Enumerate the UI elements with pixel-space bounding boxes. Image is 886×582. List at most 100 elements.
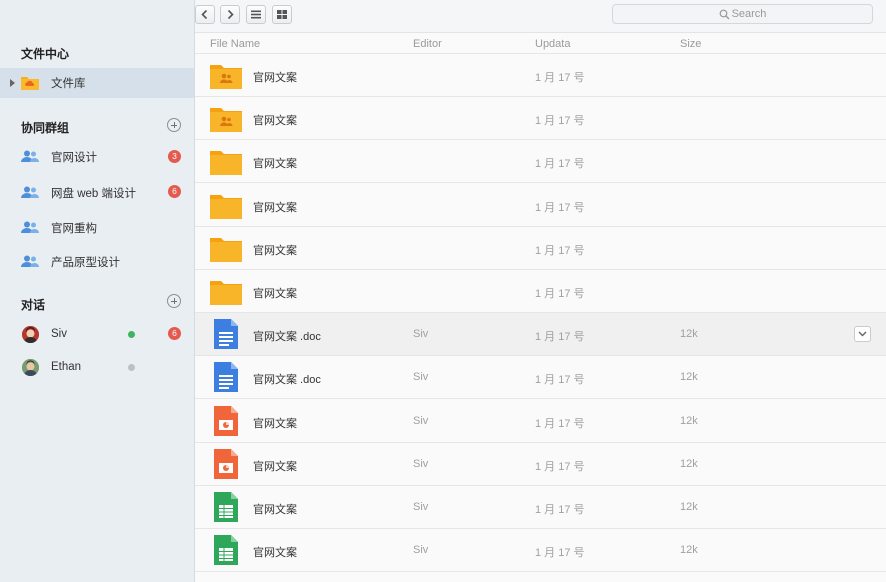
sidebar: 文件中心 文件库 协同群组 官网设计 3 网盘 web 端设计 6 官网重构 产…	[0, 0, 195, 582]
table-row[interactable]: 官网文案 1 月 17 号	[195, 54, 886, 97]
file-name[interactable]: 官网文案	[253, 285, 297, 301]
file-editor: Siv	[413, 457, 429, 470]
sheet-file-icon	[214, 492, 238, 527]
folder-icon	[210, 236, 242, 267]
table-row[interactable]: 官网文案 .doc Siv 1 月 17 号 12k	[195, 313, 886, 357]
file-name[interactable]: 官网文案	[253, 544, 297, 560]
search-icon	[719, 9, 730, 19]
column-header-size[interactable]: Size	[680, 38, 701, 50]
table-row[interactable]: 官网文案 Siv 1 月 17 号 12k	[195, 529, 886, 573]
column-header-editor[interactable]: Editor	[413, 38, 442, 50]
file-date: 1 月 17 号	[535, 72, 585, 84]
cloud-folder-icon	[21, 75, 39, 95]
file-date: 1 月 17 号	[535, 201, 585, 214]
file-name[interactable]: 官网文案 .doc	[253, 371, 321, 387]
column-header-date[interactable]: Updata	[535, 38, 570, 50]
group-icon	[21, 221, 39, 239]
file-name[interactable]: 官网文案	[253, 242, 297, 258]
doc-file-icon	[214, 362, 238, 397]
row-menu-button[interactable]	[854, 326, 871, 343]
file-editor: Siv	[413, 328, 429, 341]
ppt-file-icon	[214, 448, 238, 484]
list-icon	[251, 10, 261, 19]
file-name[interactable]: 官网文案 .doc	[253, 328, 321, 344]
sidebar-item-group[interactable]: 官网设计 3	[0, 142, 194, 172]
file-name[interactable]: 官网文案	[253, 112, 297, 128]
expand-caret-icon[interactable]	[10, 79, 15, 87]
file-date: 1 月 17 号	[535, 374, 585, 387]
file-name[interactable]: 官网文案	[253, 199, 297, 215]
chevron-down-icon	[858, 331, 867, 337]
sidebar-item-label: 官网设计	[51, 152, 97, 164]
table-row[interactable]: 官网文案 1 月 17 号	[195, 184, 886, 227]
chevron-left-icon	[201, 9, 208, 20]
file-editor: Siv	[413, 414, 429, 427]
avatar	[22, 359, 39, 376]
offline-status-dot	[128, 364, 135, 371]
file-date: 1 月 17 号	[535, 115, 585, 128]
file-name[interactable]: 官网文案	[253, 155, 297, 171]
table-row[interactable]: 官网文案 Siv 1 月 17 号 12k	[195, 443, 886, 486]
grid-icon	[277, 10, 287, 19]
file-name[interactable]: 官网文案	[253, 415, 297, 431]
files-section-title: 文件中心	[21, 47, 70, 61]
table-row[interactable]: 官网文案 1 月 17 号	[195, 97, 886, 141]
unread-badge: 3	[168, 150, 181, 163]
groups-section-title: 协同群组	[21, 121, 70, 135]
table-row[interactable]: 官网文案 1 月 17 号	[195, 140, 886, 184]
sidebar-item-group[interactable]: 官网重构	[0, 213, 194, 243]
file-date: 1 月 17 号	[535, 244, 585, 257]
folder-icon	[210, 279, 242, 310]
sidebar-item-label: 产品原型设计	[51, 257, 120, 269]
file-editor: Siv	[413, 371, 429, 384]
sidebar-item-label: 文件库	[51, 78, 86, 90]
sheet-file-icon	[214, 535, 238, 570]
sidebar-item-group[interactable]: 产品原型设计	[0, 247, 194, 277]
file-size: 12k	[680, 501, 698, 513]
sidebar-item-group[interactable]: 网盘 web 端设计 6	[0, 178, 194, 208]
add-group-icon[interactable]	[167, 118, 181, 132]
shared-folder-icon	[210, 63, 242, 94]
sidebar-top	[0, 0, 194, 33]
unread-badge: 6	[168, 185, 181, 198]
file-list: File Name Editor Updata Size 官网文案 1 月 17 …	[195, 33, 886, 582]
file-name[interactable]: 官网文案	[253, 501, 297, 517]
grid-view-button[interactable]	[272, 5, 292, 24]
file-date: 1 月 17 号	[535, 288, 585, 300]
table-row[interactable]: 官网文案 Siv 1 月 17 号 12k	[195, 400, 886, 443]
file-size: 12k	[680, 328, 698, 341]
group-icon	[21, 186, 39, 204]
sidebar-item-label: 网盘 web 端设计	[51, 188, 136, 200]
file-date: 1 月 17 号	[535, 158, 585, 171]
table-row[interactable]: 官网文案 Siv 1 月 17 号 12k	[195, 486, 886, 529]
table-row[interactable]: 官网文案 1 月 17 号	[195, 227, 886, 270]
search-input[interactable]: Search	[612, 4, 873, 24]
back-button[interactable]	[195, 5, 215, 24]
file-date: 1 月 17 号	[535, 460, 585, 473]
file-editor: Siv	[413, 544, 429, 557]
avatar	[22, 326, 39, 343]
add-chat-icon[interactable]	[167, 294, 181, 308]
file-date: 1 月 17 号	[535, 504, 585, 516]
group-icon	[21, 150, 39, 168]
file-name[interactable]: 官网文案	[253, 69, 297, 85]
chats-section-title: 对话	[21, 298, 46, 312]
sidebar-item-label: 官网重构	[51, 223, 97, 235]
forward-button[interactable]	[220, 5, 240, 24]
list-view-button[interactable]	[246, 5, 266, 24]
shared-folder-icon	[210, 106, 242, 137]
file-date: 1 月 17 号	[535, 547, 585, 560]
sidebar-item-label: Ethan	[51, 361, 82, 373]
folder-icon	[210, 193, 242, 224]
file-name[interactable]: 官网文案	[253, 458, 297, 474]
table-row[interactable]: 官网文案 1 月 17 号	[195, 270, 886, 313]
file-size: 12k	[680, 544, 698, 557]
file-size: 12k	[680, 371, 698, 384]
sidebar-item-chat[interactable]: Siv 6	[0, 319, 194, 349]
column-header-name[interactable]: File Name	[210, 38, 260, 50]
sidebar-item-library[interactable]: 文件库	[0, 68, 194, 98]
unread-badge: 6	[168, 327, 181, 340]
table-row[interactable]: 官网文案 .doc Siv 1 月 17 号 12k	[195, 356, 886, 400]
sidebar-item-chat[interactable]: Ethan	[0, 352, 194, 382]
file-date: 1 月 17 号	[535, 331, 585, 344]
